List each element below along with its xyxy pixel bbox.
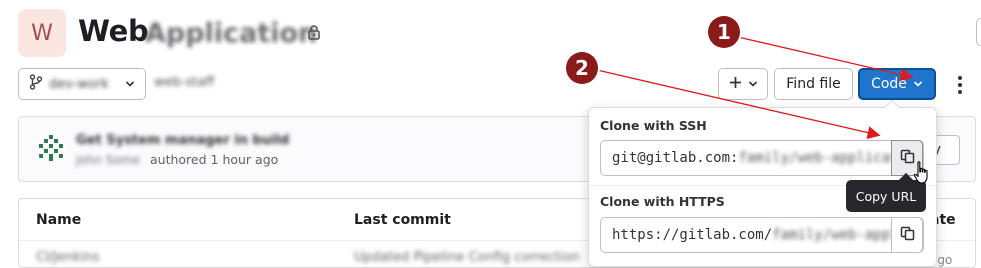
code-button-label: Code: [871, 76, 907, 92]
code-button[interactable]: Code: [858, 68, 936, 100]
clone-ssh-label: Clone with SSH: [600, 118, 707, 133]
clone-https-label: Clone with HTTPS: [600, 194, 725, 209]
more-actions-icon[interactable]: [950, 70, 970, 100]
chevron-down-icon: [913, 76, 923, 92]
branch-selector[interactable]: dev-work: [18, 68, 146, 100]
repo-path[interactable]: web-staff: [154, 75, 214, 90]
add-dropdown-button[interactable]: [718, 68, 768, 100]
commit-message[interactable]: Get System manager in build: [76, 133, 289, 148]
project-title: Web: [78, 14, 149, 48]
project-avatar: W: [18, 9, 66, 57]
https-url-field[interactable]: https://gitlab.com/ family/web-applicati…: [600, 217, 924, 253]
ssh-url-prefix: git@gitlab.com:: [612, 150, 739, 166]
ssh-url-field[interactable]: git@gitlab.com: family/web-application.g…: [600, 140, 924, 176]
chevron-down-icon: [125, 76, 135, 92]
edge-button[interactable]: [976, 18, 981, 46]
commit-meta: authored 1 hour ago: [150, 152, 279, 167]
branch-icon: [29, 74, 43, 94]
copy-https-url-button[interactable]: [891, 217, 923, 253]
copy-icon: [900, 226, 915, 245]
commit-author[interactable]: John Some: [76, 153, 140, 167]
branch-name: dev-work: [49, 76, 109, 92]
annotation-badge-1: 1: [708, 16, 740, 48]
project-title-blurred: Application: [145, 18, 318, 49]
column-header-last-commit: Last commit: [354, 212, 451, 228]
annotation-badge-2: 2: [566, 52, 598, 84]
column-header-name: Name: [36, 212, 82, 228]
plus-icon: [729, 76, 742, 93]
https-url-prefix: https://gitlab.com/: [612, 227, 773, 243]
find-file-button[interactable]: Find file: [774, 68, 853, 100]
author-avatar[interactable]: [36, 133, 66, 163]
hand-cursor-icon: [912, 160, 932, 190]
chevron-down-icon: [748, 76, 758, 92]
lock-icon: [307, 24, 321, 44]
